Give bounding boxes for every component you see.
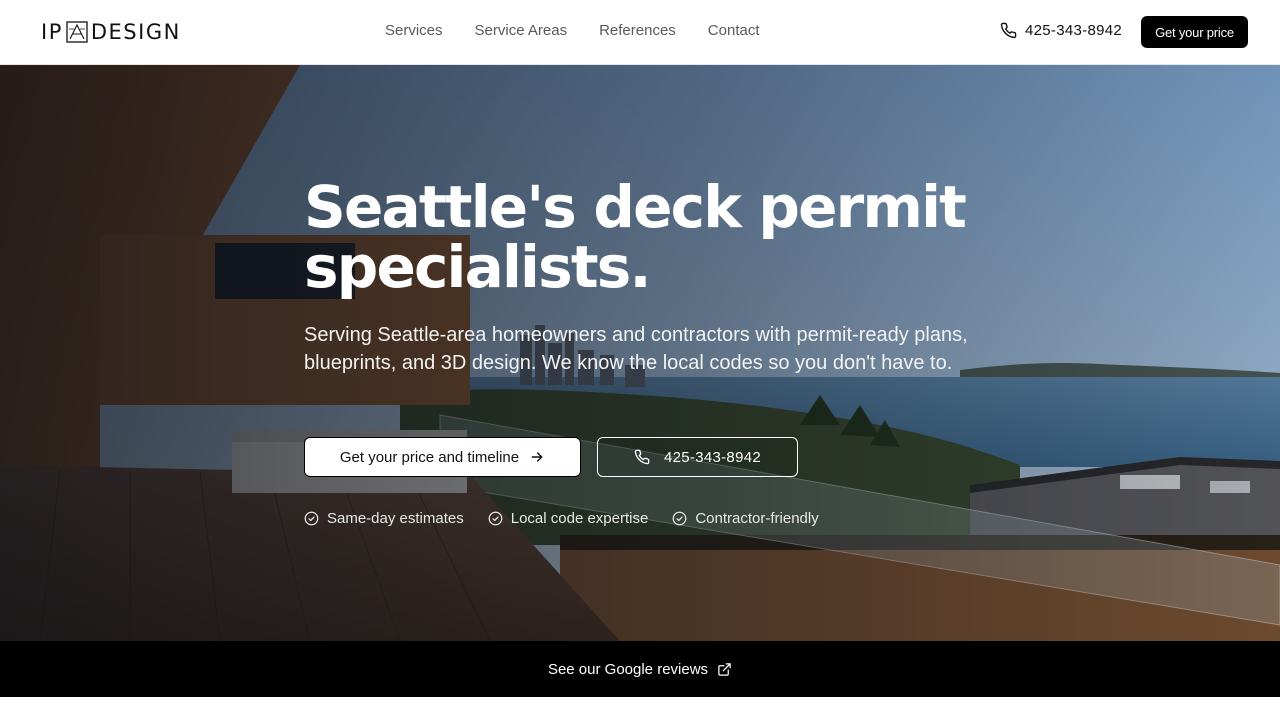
feature-label: Local code expertise: [510, 510, 649, 527]
hero-subtitle: Serving Seattle-area homeowners and cont…: [304, 324, 968, 374]
nav-services[interactable]: Services: [385, 20, 443, 41]
main-nav: Services Service Areas References Contac…: [385, 20, 760, 41]
nav-references[interactable]: References: [599, 20, 676, 41]
feature-label: Same-day estimates: [327, 510, 464, 527]
hero-phone-button[interactable]: 425-343-8942: [597, 437, 798, 477]
hero-title-line-2: specialists.: [304, 233, 652, 301]
check-circle-icon: [304, 511, 319, 526]
logo[interactable]: IP DESIGN: [41, 19, 181, 45]
feature-item: Contractor-friendly: [672, 510, 819, 527]
reviews-bar: See our Google reviews: [0, 641, 1280, 697]
feature-item: Local code expertise: [488, 510, 649, 527]
phone-icon: [1000, 22, 1017, 39]
check-circle-icon: [488, 511, 503, 526]
feature-item: Same-day estimates: [304, 510, 464, 527]
logo-text-right: DESIGN: [90, 20, 181, 44]
logo-mark-icon: [66, 21, 88, 43]
hero-features: Same-day estimates Local code expertise …: [304, 510, 819, 527]
google-reviews-label: See our Google reviews: [547, 660, 709, 678]
get-price-timeline-button[interactable]: Get your price and timeline: [304, 437, 581, 477]
nav-contact[interactable]: Contact: [708, 20, 760, 41]
get-price-timeline-label: Get your price and timeline: [339, 448, 520, 466]
logo-text-left: IP: [41, 20, 63, 44]
phone-icon: [634, 449, 650, 465]
external-link-icon: [718, 662, 731, 676]
nav-service-areas[interactable]: Service Areas: [475, 20, 568, 41]
site-header: IP DESIGN Services Service Areas Referen…: [0, 0, 1280, 65]
feature-label: Contractor-friendly: [695, 510, 819, 527]
page-bottom-strip: [0, 697, 1280, 720]
hero-phone-number: 425-343-8942: [663, 448, 761, 466]
hero-title-line-1: Seattle's deck permit: [304, 173, 967, 241]
header-phone-link[interactable]: 425-343-8942: [1000, 22, 1122, 39]
arrow-right-icon: [531, 452, 543, 462]
hero-buttons: Get your price and timeline 425-343-8942: [304, 437, 798, 477]
hero-title: Seattle's deck permit specialists.: [304, 177, 1004, 297]
hero-section: Seattle's deck permit specialists. Servi…: [0, 65, 1280, 641]
get-price-button[interactable]: Get your price: [1141, 16, 1248, 48]
google-reviews-link[interactable]: See our Google reviews: [548, 661, 732, 678]
check-circle-icon: [672, 511, 687, 526]
header-phone-number: 425-343-8942: [1025, 22, 1123, 39]
hero-content: Seattle's deck permit specialists. Servi…: [304, 177, 1004, 377]
